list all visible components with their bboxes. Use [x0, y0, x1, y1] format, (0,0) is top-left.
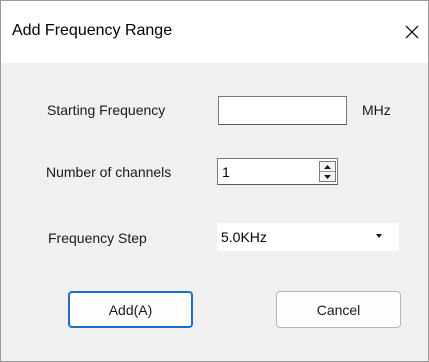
close-icon: [405, 25, 419, 39]
triangle-down-icon: [324, 174, 331, 179]
spin-up-button[interactable]: [320, 162, 335, 172]
channels-spinner[interactable]: [319, 161, 336, 182]
frequency-step-value: 5.0KHz: [221, 229, 267, 245]
number-of-channels-label: Number of channels: [46, 164, 172, 180]
frequency-unit-label: MHz: [362, 102, 391, 118]
chevron-down-icon: [376, 234, 382, 238]
add-button[interactable]: Add(A): [68, 291, 193, 328]
frequency-step-dropdown[interactable]: 5.0KHz: [217, 223, 399, 251]
triangle-up-icon: [324, 164, 331, 169]
title-bar: Add Frequency Range: [1, 1, 428, 63]
starting-frequency-label: Starting Frequency: [47, 102, 166, 118]
close-button[interactable]: [397, 15, 427, 49]
frequency-step-label: Frequency Step: [48, 230, 147, 246]
add-frequency-range-dialog: Add Frequency Range Starting Frequency M…: [0, 0, 429, 362]
spin-down-button[interactable]: [320, 172, 335, 181]
starting-frequency-input[interactable]: [218, 96, 347, 125]
cancel-button[interactable]: Cancel: [276, 291, 401, 328]
dialog-title: Add Frequency Range: [12, 22, 173, 39]
